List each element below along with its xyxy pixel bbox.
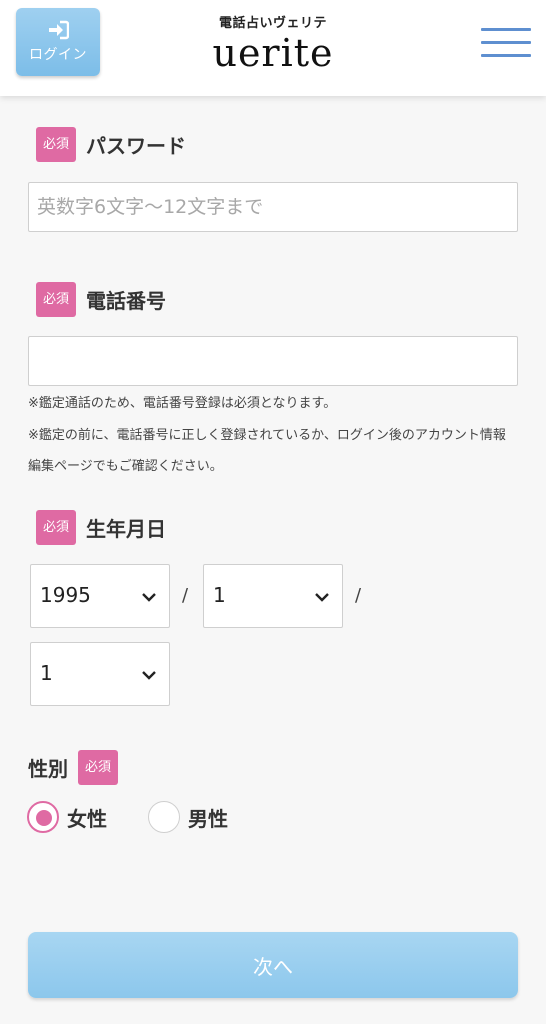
birth-year-value: 1995	[40, 583, 91, 607]
radio-unchecked-icon[interactable]	[148, 801, 180, 833]
phone-label: 電話番号	[86, 289, 167, 313]
phone-input[interactable]	[28, 336, 518, 386]
logo-wordmark: uerite	[212, 31, 334, 75]
chevron-down-icon	[142, 593, 156, 602]
hamburger-menu-icon[interactable]	[481, 28, 531, 60]
date-separator: /	[182, 585, 189, 606]
phone-label-row: 必須 電話番号	[36, 282, 166, 317]
header: ログイン 電話占いヴェリテ uerite	[0, 0, 546, 96]
menu-line	[481, 54, 531, 57]
birth-day-select[interactable]: 1	[30, 642, 170, 706]
phone-note-1: ※鑑定通話のため、電話番号登録は必須となります。	[28, 396, 337, 411]
login-label: ログイン	[29, 47, 87, 63]
phone-note-2: ※鑑定の前に、電話番号に正しく登録されているか、ログイン後のアカウント情報編集ペ…	[28, 428, 506, 474]
login-icon	[49, 20, 69, 40]
birth-year-select[interactable]: 1995	[30, 564, 170, 628]
date-separator: /	[355, 585, 362, 606]
password-label: パスワード	[86, 134, 187, 158]
required-badge: 必須	[78, 750, 119, 785]
next-button[interactable]: 次へ	[28, 932, 518, 998]
birth-month-value: 1	[213, 583, 226, 607]
birth-day-value: 1	[40, 661, 53, 685]
menu-line	[481, 28, 531, 31]
birth-month-select[interactable]: 1	[203, 564, 343, 628]
radio-checked-icon[interactable]	[27, 801, 59, 833]
logo[interactable]: 電話占いヴェリテ uerite	[196, 12, 350, 78]
login-button[interactable]: ログイン	[16, 8, 100, 76]
gender-option-label: 男性	[188, 806, 228, 831]
gender-radio-female[interactable]: 女性	[27, 801, 107, 833]
birthday-label: 生年月日	[86, 517, 167, 541]
required-badge: 必須	[36, 510, 77, 545]
required-badge: 必須	[36, 282, 77, 317]
menu-line	[481, 41, 531, 44]
password-label-row: 必須 パスワード	[36, 127, 186, 162]
birthday-label-row: 必須 生年月日	[36, 510, 166, 545]
gender-radio-male[interactable]: 男性	[148, 801, 228, 833]
chevron-down-icon	[315, 593, 329, 602]
password-input[interactable]	[28, 182, 518, 232]
gender-label-row: 性別 必須	[28, 750, 119, 785]
chevron-down-icon	[142, 671, 156, 680]
logo-tagline: 電話占いヴェリテ	[218, 16, 327, 31]
gender-option-label: 女性	[67, 806, 107, 831]
gender-label: 性別	[28, 757, 68, 781]
required-badge: 必須	[36, 127, 77, 162]
